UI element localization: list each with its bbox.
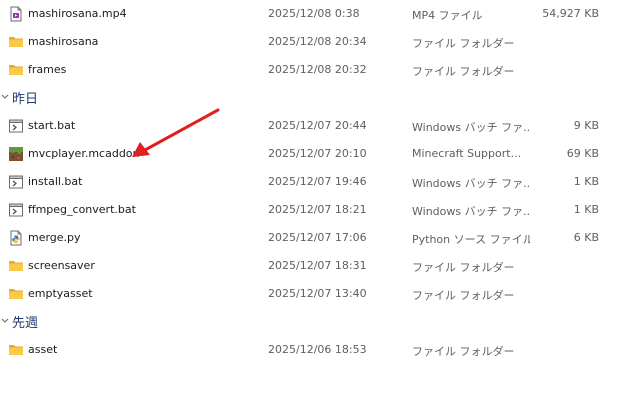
batch-file-icon <box>8 174 24 190</box>
file-type: ファイル フォルダー <box>412 37 515 50</box>
file-type: Minecraft Support... <box>412 147 522 160</box>
chevron-down-icon[interactable] <box>0 91 10 103</box>
video-file-icon <box>8 6 24 22</box>
file-row[interactable]: emptyasset 2025/12/07 13:40 ファイル フォルダー <box>0 280 643 308</box>
python-file-icon <box>8 230 24 246</box>
file-size: 1 KB <box>573 203 599 216</box>
file-date: 2025/12/07 17:06 <box>268 231 367 244</box>
file-type: Windows バッチ ファ... <box>412 121 530 134</box>
batch-file-icon <box>8 118 24 134</box>
file-date: 2025/12/08 20:34 <box>268 35 367 48</box>
file-name: frames <box>28 63 67 76</box>
file-name: mashirosana <box>28 35 99 48</box>
group-header-yesterday[interactable]: 昨日 <box>0 84 643 112</box>
folder-icon <box>8 34 24 50</box>
file-type: Windows バッチ ファ... <box>412 177 530 190</box>
file-name: screensaver <box>28 259 95 272</box>
group-label: 昨日 <box>12 92 39 107</box>
file-size: 1 KB <box>573 175 599 188</box>
file-size: 54,927 KB <box>542 7 599 20</box>
file-row-mvcplayer[interactable]: mvcplayer.mcaddon 2025/12/07 20:10 Minec… <box>0 140 643 168</box>
file-date: 2025/12/06 18:53 <box>268 343 367 356</box>
folder-icon <box>8 258 24 274</box>
file-type: ファイル フォルダー <box>412 289 515 302</box>
folder-icon <box>8 286 24 302</box>
file-type: MP4 ファイル <box>412 9 483 22</box>
group-label: 先週 <box>12 316 39 331</box>
file-type: Python ソース ファイル <box>412 233 530 246</box>
file-size: 9 KB <box>573 119 599 132</box>
file-row[interactable]: install.bat 2025/12/07 19:46 Windows バッチ… <box>0 168 643 196</box>
file-name: install.bat <box>28 175 83 188</box>
file-group-yesterday: 昨日 start.bat 2025/12/07 20:44 Windows バッ… <box>0 84 643 308</box>
file-date: 2025/12/07 18:21 <box>268 203 367 216</box>
file-row[interactable]: mashirosana.mp4 2025/12/08 0:38 MP4 ファイル… <box>0 0 643 28</box>
file-date: 2025/12/08 0:38 <box>268 7 360 20</box>
file-date: 2025/12/07 19:46 <box>268 175 367 188</box>
file-name: mashirosana.mp4 <box>28 7 127 20</box>
file-list: mashirosana.mp4 2025/12/08 0:38 MP4 ファイル… <box>0 0 643 364</box>
file-row[interactable]: frames 2025/12/08 20:32 ファイル フォルダー <box>0 56 643 84</box>
file-type: ファイル フォルダー <box>412 65 515 78</box>
file-row[interactable]: screensaver 2025/12/07 18:31 ファイル フォルダー <box>0 252 643 280</box>
file-type: ファイル フォルダー <box>412 345 515 358</box>
file-type: Windows バッチ ファ... <box>412 205 530 218</box>
batch-file-icon <box>8 202 24 218</box>
file-date: 2025/12/07 18:31 <box>268 259 367 272</box>
file-group-recent: mashirosana.mp4 2025/12/08 0:38 MP4 ファイル… <box>0 0 643 84</box>
file-date: 2025/12/07 20:10 <box>268 147 367 160</box>
file-name: merge.py <box>28 231 81 244</box>
file-size: 69 KB <box>566 147 599 160</box>
file-name: asset <box>28 343 58 356</box>
file-date: 2025/12/08 20:32 <box>268 63 367 76</box>
file-name: emptyasset <box>28 287 93 300</box>
folder-icon <box>8 62 24 78</box>
chevron-down-icon[interactable] <box>0 315 10 327</box>
file-row[interactable]: asset 2025/12/06 18:53 ファイル フォルダー <box>0 336 643 364</box>
minecraft-file-icon <box>8 146 24 162</box>
file-type: ファイル フォルダー <box>412 261 515 274</box>
folder-icon <box>8 342 24 358</box>
file-date: 2025/12/07 13:40 <box>268 287 367 300</box>
file-row[interactable]: start.bat 2025/12/07 20:44 Windows バッチ フ… <box>0 112 643 140</box>
file-row[interactable]: ffmpeg_convert.bat 2025/12/07 18:21 Wind… <box>0 196 643 224</box>
file-date: 2025/12/07 20:44 <box>268 119 367 132</box>
group-header-last-week[interactable]: 先週 <box>0 308 643 336</box>
file-size: 6 KB <box>573 231 599 244</box>
file-name: start.bat <box>28 119 76 132</box>
file-row[interactable]: merge.py 2025/12/07 17:06 Python ソース ファイ… <box>0 224 643 252</box>
file-name: mvcplayer.mcaddon <box>28 147 140 160</box>
file-row[interactable]: mashirosana 2025/12/08 20:34 ファイル フォルダー <box>0 28 643 56</box>
file-group-last-week: 先週 asset 2025/12/06 18:53 ファイル フォルダー <box>0 308 643 364</box>
file-name: ffmpeg_convert.bat <box>28 203 136 216</box>
